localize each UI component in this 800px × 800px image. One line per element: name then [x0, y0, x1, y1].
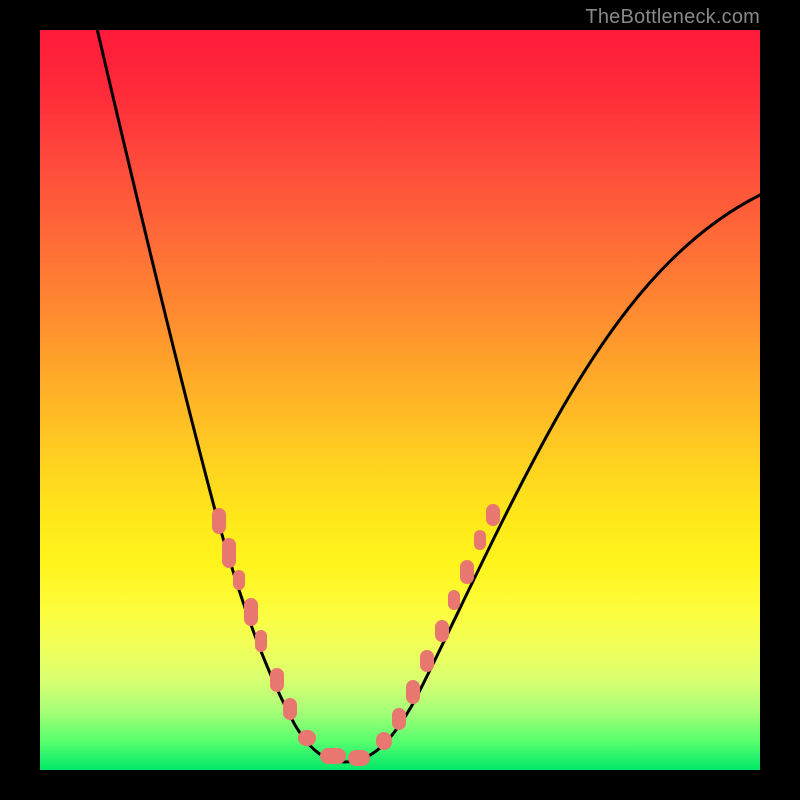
- marker-group: [212, 504, 500, 766]
- watermark-text: TheBottleneck.com: [585, 6, 760, 29]
- bottleneck-curve: [40, 30, 760, 770]
- plot-area: [40, 30, 760, 770]
- chart-frame: TheBottleneck.com: [0, 0, 800, 800]
